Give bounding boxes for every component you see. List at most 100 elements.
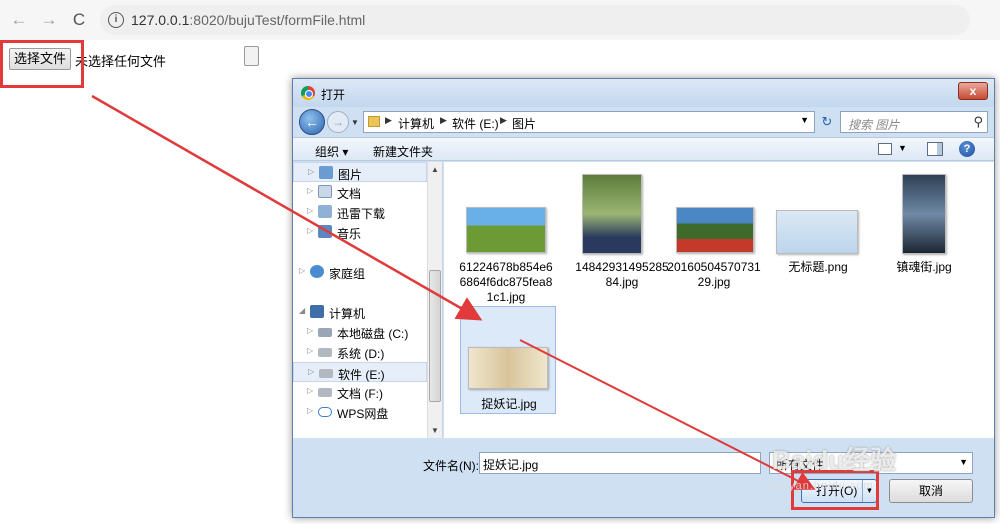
nav-label: 家庭组	[329, 267, 366, 281]
reload-icon[interactable]: C	[68, 9, 90, 31]
nav-item-wps-cloud[interactable]: ▷ WPS网盘	[293, 402, 427, 422]
forward-icon[interactable]: →	[327, 111, 349, 133]
file-thumbnail	[902, 174, 946, 254]
path-breadcrumb[interactable]: ▶ 计算机 ▶ 软件 (E:) ▶ 图片 ▼	[363, 111, 815, 133]
chrome-icon	[301, 86, 315, 100]
breadcrumb-drive-e[interactable]: 软件 (E:)	[452, 115, 499, 132]
dialog-title: 打开	[321, 88, 346, 102]
music-icon	[318, 225, 332, 238]
url-text: 127.0.0.1:8020/bujuTest/formFile.html	[131, 12, 365, 28]
expand-icon[interactable]: ▷	[308, 167, 314, 176]
preview-pane-icon[interactable]	[927, 142, 943, 156]
file-thumbnail	[776, 210, 858, 254]
view-dropdown-icon[interactable]: ▼	[898, 143, 907, 153]
file-list: 61224678b854e66864f6dc875fea81c1.jpg 148…	[444, 162, 994, 438]
file-item[interactable]: 镇魂街.jpg	[876, 170, 972, 290]
file-thumbnail	[676, 207, 754, 253]
nav-item-drive-d[interactable]: ▷ 系统 (D:)	[293, 342, 427, 362]
file-item[interactable]: 无标题.png	[770, 170, 866, 290]
organize-menu[interactable]: 组织 ▾	[315, 143, 348, 160]
file-item[interactable]: 61224678b854e66864f6dc875fea81c1.jpg	[458, 170, 554, 310]
highlight-box	[0, 40, 84, 88]
folder-icon	[368, 116, 380, 127]
close-button[interactable]: x	[958, 82, 988, 100]
scroll-up-icon[interactable]: ▲	[431, 165, 439, 174]
file-item[interactable]: 1484293149528584.jpg	[574, 170, 670, 290]
expand-icon[interactable]: ▷	[307, 186, 313, 195]
nav-label: 音乐	[337, 227, 362, 241]
nav-item-pictures[interactable]: ▷ 图片	[293, 162, 427, 182]
nav-item-drive-c[interactable]: ▷ 本地磁盘 (C:)	[293, 322, 427, 342]
pictures-icon	[319, 166, 333, 179]
expand-icon[interactable]: ▷	[308, 367, 314, 376]
nav-item-computer[interactable]: ◢ 计算机	[293, 302, 427, 322]
history-dropdown-icon[interactable]: ▼	[351, 118, 359, 127]
drive-icon	[318, 328, 332, 337]
scroll-down-icon[interactable]: ▼	[431, 426, 439, 435]
file-item[interactable]: 2016050457073129.jpg	[666, 170, 762, 290]
file-name: 61224678b854e66864f6dc875fea81c1.jpg	[459, 260, 553, 304]
nav-item-downloads[interactable]: ▷ 迅雷下载	[293, 202, 427, 222]
info-icon[interactable]: i	[108, 12, 124, 28]
url-path: :8020/bujuTest/formFile.html	[189, 12, 366, 28]
file-name: 2016050457073129.jpg	[667, 260, 761, 289]
file-name: 镇魂街.jpg	[896, 260, 952, 274]
chevron-right-icon[interactable]: ▶	[500, 115, 507, 126]
nav-item-drive-f[interactable]: ▷ 文档 (F:)	[293, 382, 427, 402]
back-arrow-icon[interactable]: ←	[8, 9, 30, 31]
forward-arrow-icon[interactable]: →	[38, 9, 60, 31]
navigation-pane: ▷ 图片 ▷ 文档 ▷ 迅雷下载 ▷ 音乐 ▷ 家庭组 ◢ 计算机 ▷ 本地磁盘…	[293, 162, 443, 438]
nav-label: 软件 (E:)	[338, 368, 385, 382]
scroll-thumb[interactable]	[429, 270, 441, 402]
breadcrumb-pictures[interactable]: 图片	[512, 115, 536, 132]
url-host: 127.0.0.1	[131, 12, 190, 28]
chevron-right-icon[interactable]: ▶	[385, 115, 392, 126]
search-placeholder: 搜索 图片	[848, 118, 900, 132]
view-icon[interactable]	[878, 143, 892, 155]
filename-label: 文件名(N):	[423, 459, 479, 473]
nav-item-documents[interactable]: ▷ 文档	[293, 182, 427, 202]
file-item-selected[interactable]: 捉妖记.jpg	[460, 306, 556, 414]
dialog-toolbar: 组织 ▾ 新建文件夹 ▼ ?	[293, 137, 994, 161]
nav-item-homegroup[interactable]: ▷ 家庭组	[293, 262, 427, 282]
nav-label: 本地磁盘 (C:)	[337, 327, 409, 341]
nav-label: 图片	[338, 168, 363, 182]
nav-label: 迅雷下载	[337, 207, 386, 221]
file-thumbnail	[582, 174, 642, 254]
watermark-main: Baidu经验	[772, 445, 897, 475]
chevron-down-icon[interactable]: ▼	[800, 115, 809, 125]
help-icon[interactable]: ?	[959, 141, 975, 157]
filename-input[interactable]: 捉妖记.jpg	[479, 452, 761, 474]
browser-toolbar: ← → C i 127.0.0.1:8020/bujuTest/formFile…	[0, 0, 1000, 40]
nav-label: 计算机	[329, 307, 366, 321]
expand-icon[interactable]: ▷	[307, 226, 313, 235]
back-icon[interactable]: ←	[299, 109, 325, 135]
expand-icon[interactable]: ▷	[307, 386, 313, 395]
expand-icon[interactable]: ▷	[307, 326, 313, 335]
nav-scrollbar[interactable]: ▲ ▼	[427, 162, 442, 438]
watermark-sub: jingyan.baidu.com	[768, 480, 874, 492]
search-input[interactable]: 搜索 图片 ⚲	[840, 111, 988, 133]
chevron-right-icon[interactable]: ▶	[440, 115, 447, 126]
collapse-icon[interactable]: ◢	[299, 306, 305, 315]
nav-label: 文档 (F:)	[337, 387, 383, 401]
baidu-watermark: Baidu经验 jingyan.baidu.com	[768, 440, 988, 500]
expand-icon[interactable]: ▷	[307, 346, 313, 355]
expand-icon[interactable]: ▷	[307, 406, 313, 415]
drive-icon	[319, 369, 333, 378]
refresh-icon[interactable]: ↻	[817, 111, 837, 133]
nav-label: WPS网盘	[337, 407, 389, 421]
breadcrumb-computer[interactable]: 计算机	[398, 115, 434, 132]
new-folder-button[interactable]: 新建文件夹	[373, 143, 433, 160]
nav-item-music[interactable]: ▷ 音乐	[293, 222, 427, 242]
address-bar[interactable]: i 127.0.0.1:8020/bujuTest/formFile.html	[100, 5, 970, 35]
computer-icon	[310, 305, 324, 318]
homegroup-icon	[310, 265, 324, 278]
expand-icon[interactable]: ▷	[307, 206, 313, 215]
page-checkbox[interactable]	[244, 46, 259, 66]
search-icon[interactable]: ⚲	[973, 114, 983, 130]
expand-icon[interactable]: ▷	[299, 266, 305, 275]
drive-icon	[318, 348, 332, 357]
nav-item-drive-e[interactable]: ▷ 软件 (E:)	[293, 362, 427, 382]
drive-icon	[318, 388, 332, 397]
